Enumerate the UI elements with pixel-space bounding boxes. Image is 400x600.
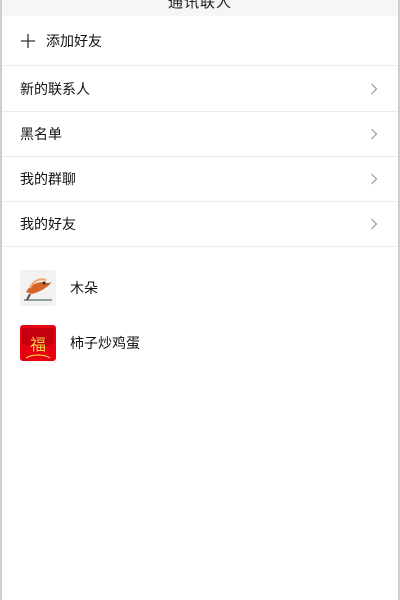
menu-item-my-groups[interactable]: 我的群聊: [2, 157, 398, 202]
chevron-right-icon: [368, 128, 380, 140]
menu-item-label: 我的群聊: [20, 172, 76, 188]
app-frame: 通讯联人 添加好友 新的联系人 黑名单 我的群聊 我的好友 木朵 福 柿子炒鸡蛋: [0, 0, 400, 600]
friend-name: 木朵: [70, 280, 98, 297]
menu-item-label: 新的联系人: [20, 82, 90, 98]
bird-avatar-icon: [20, 269, 56, 306]
friend-list: 木朵 福 柿子炒鸡蛋: [2, 247, 398, 370]
plus-icon: [20, 33, 36, 49]
chevron-right-icon: [368, 83, 380, 95]
menu-item-label: 黑名单: [20, 127, 62, 143]
add-friend-button[interactable]: 添加好友: [2, 16, 398, 66]
friend-item[interactable]: 福 柿子炒鸡蛋: [2, 315, 398, 370]
friend-name: 柿子炒鸡蛋: [70, 335, 140, 352]
top-header: 通讯联人: [2, 0, 398, 17]
menu-item-label: 我的好友: [20, 217, 76, 233]
red-fu-envelope-icon: 福: [20, 324, 56, 361]
friend-item[interactable]: 木朵: [2, 260, 398, 315]
page-title: 通讯联人: [167, 0, 232, 11]
chevron-right-icon: [368, 218, 380, 230]
menu-item-blacklist[interactable]: 黑名单: [2, 112, 398, 157]
menu-item-my-friends[interactable]: 我的好友: [2, 202, 398, 247]
chevron-right-icon: [368, 173, 380, 185]
menu-item-new-contacts[interactable]: 新的联系人: [2, 67, 398, 112]
add-friend-label: 添加好友: [46, 33, 102, 50]
fu-character: 福: [30, 335, 46, 354]
